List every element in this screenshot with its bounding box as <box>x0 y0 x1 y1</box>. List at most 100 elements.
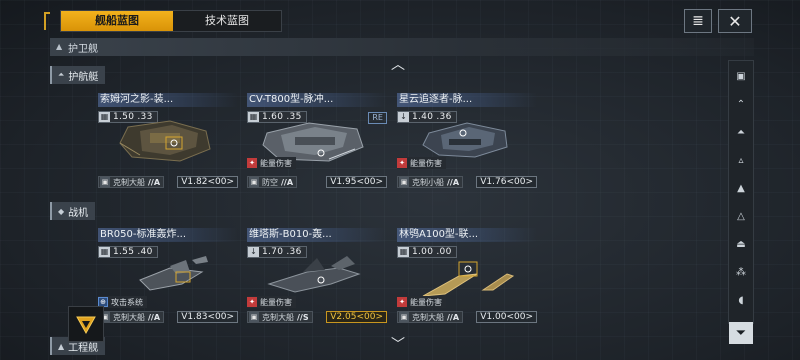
ship-image <box>422 261 515 297</box>
subcategory-label: 战机 <box>68 207 89 219</box>
card-footer: ▣ 克制大船//A V1.83<00> <box>98 310 238 324</box>
ship-card[interactable]: BR050-标准轰炸... ▦ 1.55 .40 ⊕ 攻击系统 ▣ 克制大船//A V… <box>98 228 238 328</box>
card-footer: ▣ 克制大船//S V2.05<00> <box>247 310 387 324</box>
damage-tag: ✦ 能量伤害 <box>397 296 446 308</box>
ship-card[interactable]: 林鸮A100型-联... ▦ 1.00 .00 ✦ 能量伤害 ▣ 克制大船//A V1… <box>397 228 537 328</box>
chevrons-up-icon[interactable]: ⌃ <box>729 93 753 115</box>
version-badge: V1.82<00> <box>177 176 238 188</box>
collapse-triangle-icon: ▲ <box>56 42 63 51</box>
list-button[interactable]: ≣ <box>684 9 712 33</box>
card-footer: ▣ 克制大船//A V1.00<00> <box>397 310 537 324</box>
weapon-text: 克制大船 <box>113 177 145 187</box>
ship-name: 星云追逐者-脉... <box>397 93 537 107</box>
destroyer-class-icon[interactable]: ▵ <box>729 149 753 171</box>
frigate-icon: ⏶ <box>58 70 65 79</box>
damage-icon: ✦ <box>397 297 407 307</box>
ship-image <box>119 120 211 162</box>
grade-text: //A <box>148 177 161 187</box>
version-badge: V2.05<00> <box>326 311 387 323</box>
damage-tag: ✦ 能量伤害 <box>247 157 296 169</box>
tag-text: 能量伤害 <box>260 158 292 168</box>
ship-name: CV-T800型-脉冲... <box>247 93 387 107</box>
scroll-down-chevron-icon[interactable]: ﹀ <box>391 334 405 354</box>
weapon-text: 克制小船 <box>412 177 444 187</box>
grade-text: //S <box>297 312 309 322</box>
weapon-icon: ▣ <box>399 177 409 187</box>
re-badge: RE <box>368 112 387 124</box>
lock-icon[interactable]: ▣ <box>729 65 753 87</box>
ship-name: 林鸮A100型-联... <box>397 228 537 242</box>
damage-tag: ✦ 能量伤害 <box>397 157 446 169</box>
stat-icon: ▦ <box>99 112 110 122</box>
weapon-icon: ▣ <box>249 312 259 322</box>
weapon-class: ▣ 克制大船//A <box>98 311 165 323</box>
weapon-text: 克制大船 <box>113 312 145 322</box>
ship-card[interactable]: 星云追逐者-脉... ↓ 1.40 .36 ✦ 能量伤害 ▣ 克制小船//A V1.7… <box>397 93 537 193</box>
filter-icon: ⏷ <box>736 326 746 339</box>
tab-ship-blueprints[interactable]: 舰船蓝图 <box>61 11 173 31</box>
frigate-class-icon[interactable]: ⏶ <box>729 121 753 143</box>
tag-text: 能量伤害 <box>410 297 442 307</box>
ship-image <box>267 256 361 293</box>
list-icon: ≣ <box>692 13 704 29</box>
carrier-class-icon[interactable]: ⏏ <box>729 233 753 255</box>
fighter-icon: ◆ <box>58 206 65 216</box>
stat-icon: ↓ <box>398 112 409 122</box>
version-badge: V1.76<00> <box>476 176 537 188</box>
stat-icon: ▦ <box>99 247 110 257</box>
damage-icon: ✦ <box>397 158 407 168</box>
card-footer: ▣ 克制小船//A V1.76<00> <box>397 175 537 189</box>
class-filter-column: ▣ ⌃ ⏶ ▵ ▲ △ ⏏ ⁂ ◖ <box>728 60 754 324</box>
dome-class-icon[interactable]: ◖ <box>729 289 753 311</box>
weapon-icon: ▣ <box>399 312 409 322</box>
engineering-icon: ▲ <box>58 341 65 351</box>
damage-icon: ✦ <box>247 158 257 168</box>
stat-icon: ↓ <box>248 247 259 257</box>
tag-text: 攻击系统 <box>111 297 143 307</box>
weapon-class: ▣ 防空//A <box>247 176 298 188</box>
ship-card[interactable]: CV-T800型-脉冲... ▦ 1.60 .35 RE ✦ 能量伤害 ▣ 防空//A… <box>247 93 387 193</box>
version-badge: V1.95<00> <box>326 176 387 188</box>
ship-card[interactable]: 维塔斯-B010-轰... ↓ 1.70 .36 ✦ 能量伤害 ▣ 克制大船//S V… <box>247 228 387 328</box>
ship-card[interactable]: 索姆河之影-装... ▦ 1.50 .33 ▣ 克制大船//A V1.82<00> <box>98 93 238 193</box>
tag-text: 能量伤害 <box>260 297 292 307</box>
weapon-class: ▣ 克制大船//S <box>247 311 313 323</box>
weapon-text: 克制大船 <box>412 312 444 322</box>
tab-tech-blueprints[interactable]: 技术蓝图 <box>173 11 281 31</box>
weapon-icon: ▣ <box>100 177 110 187</box>
weapon-text: 防空 <box>262 177 278 187</box>
subcategory-frigate[interactable]: ⏶ 护航艇 <box>50 66 106 84</box>
version-badge: V1.83<00> <box>177 311 238 323</box>
system-tag: ⊕ 攻击系统 <box>98 296 147 308</box>
grade-text: //A <box>447 177 460 187</box>
auxiliary-class-icon[interactable]: ⁂ <box>729 261 753 283</box>
damage-tag: ✦ 能量伤害 <box>247 296 296 308</box>
subcategory-label: 护航艇 <box>68 71 99 83</box>
grade-text: //A <box>148 312 161 322</box>
card-footer: ▣ 防空//A V1.95<00> <box>247 175 387 189</box>
ship-name: 维塔斯-B010-轰... <box>247 228 387 242</box>
card-footer: ▣ 克制大船//A V1.82<00> <box>98 175 238 189</box>
weapon-class: ▣ 克制小船//A <box>397 176 464 188</box>
category-label: 护卫舰 <box>68 44 98 55</box>
scroll-up-chevron-icon[interactable]: ︿ <box>391 54 405 74</box>
emblem-icon[interactable] <box>68 306 104 342</box>
blueprint-tabs: 舰船蓝图 技术蓝图 <box>60 10 282 32</box>
filter-button[interactable]: ⏷ <box>729 322 753 344</box>
close-icon: ✕ <box>728 11 742 31</box>
cruiser-class-icon[interactable]: ▲ <box>729 177 753 199</box>
grade-text: //A <box>447 312 460 322</box>
tag-text: 能量伤害 <box>410 158 442 168</box>
close-button[interactable]: ✕ <box>718 9 752 33</box>
stat-icon: ▦ <box>248 112 259 122</box>
tab-bracket <box>44 12 50 30</box>
weapon-text: 克制大船 <box>262 312 294 322</box>
stat-icon: ▦ <box>398 247 409 257</box>
version-badge: V1.00<00> <box>476 311 537 323</box>
battlecruiser-class-icon[interactable]: △ <box>729 205 753 227</box>
damage-icon: ✦ <box>247 297 257 307</box>
grade-text: //A <box>281 177 294 187</box>
subcategory-fighter[interactable]: ◆ 战机 <box>50 202 96 220</box>
weapon-icon: ▣ <box>249 177 259 187</box>
weapon-class: ▣ 克制大船//A <box>98 176 165 188</box>
